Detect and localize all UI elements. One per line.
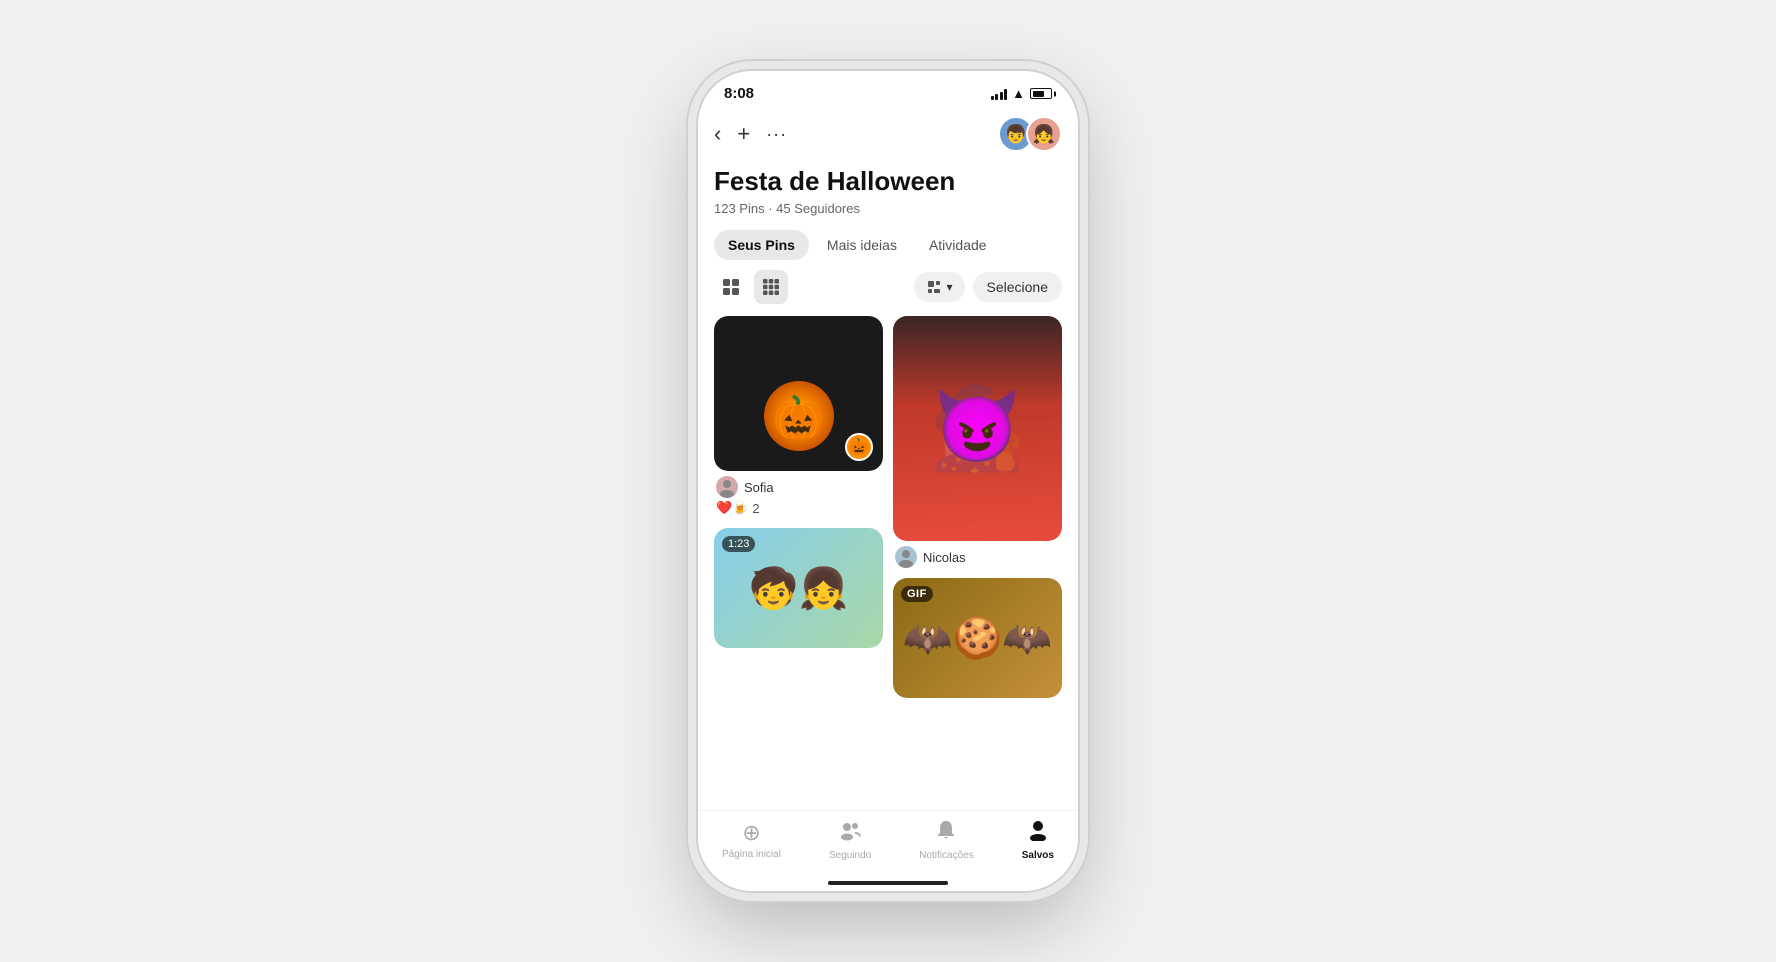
nicolas-avatar-icon xyxy=(895,546,917,568)
tab-mais-ideias[interactable]: Mais ideias xyxy=(813,230,911,260)
app-header: ‹ + ··· 👦 👧 xyxy=(698,108,1078,160)
grid-2-button[interactable] xyxy=(714,270,748,304)
status-bar: 8:08 ▲ xyxy=(698,71,1078,108)
pin-pumpkin[interactable]: 🎃 🎃 Sofia xyxy=(714,316,883,518)
view-buttons xyxy=(714,270,788,304)
sofia-avatar xyxy=(716,476,738,498)
nav-saved-label: Salvos xyxy=(1022,850,1054,861)
pin-kids[interactable]: 🧒👧 1:23 xyxy=(714,528,883,648)
wifi-icon: ▲ xyxy=(1012,86,1025,101)
organize-button[interactable]: ▾ xyxy=(914,272,964,302)
header-avatars: 👦 👧 xyxy=(998,116,1062,152)
phone-device: 8:08 ▲ ‹ + ··· xyxy=(698,71,1078,891)
bottom-nav: ⊕ Página inicial Seguindo xyxy=(698,810,1078,881)
nav-notifications[interactable]: Notificações xyxy=(919,819,973,861)
nav-following-label: Seguindo xyxy=(829,850,871,861)
toolbar-right: ▾ Selecione xyxy=(914,272,1062,302)
cookies-image: 🦇🍪🦇 GIF xyxy=(893,578,1062,698)
cookies-emoji-icon: 🦇🍪🦇 xyxy=(903,615,1052,662)
pumpkin-badge: 🎃 xyxy=(845,433,873,461)
home-icon: ⊕ xyxy=(742,820,760,846)
tabs-row: Seus Pins Mais ideias Atividade xyxy=(698,230,1078,260)
notifications-svg xyxy=(935,819,957,841)
battery-icon xyxy=(1030,88,1052,99)
saved-svg xyxy=(1027,819,1049,841)
signal-icon xyxy=(991,88,1008,100)
grid-2-icon xyxy=(722,278,740,296)
nav-following[interactable]: Seguindo xyxy=(829,819,871,861)
nicolas-name: Nicolas xyxy=(923,550,966,565)
following-svg xyxy=(839,819,861,841)
tab-seus-pins[interactable]: Seus Pins xyxy=(714,230,809,260)
pumpkin-user-row: Sofia xyxy=(714,476,883,498)
add-button[interactable]: + xyxy=(737,121,750,147)
gif-badge: GIF xyxy=(901,586,933,602)
nicolas-avatar xyxy=(895,546,917,568)
pin-witch[interactable]: 🧙‍♀️ 😈 xyxy=(893,316,1062,568)
more-button[interactable]: ··· xyxy=(766,124,787,145)
pumpkin-reactions: ❤️🍺 2 xyxy=(714,498,883,518)
nav-notifications-label: Notificações xyxy=(919,850,973,861)
pins-grid: 🎃 🎃 Sofia xyxy=(714,316,1062,698)
saved-icon xyxy=(1027,819,1049,847)
grid-3-button[interactable] xyxy=(754,270,788,304)
sofia-avatar-icon xyxy=(716,476,738,498)
chevron-down-icon: ▾ xyxy=(946,280,952,294)
pumpkin-image: 🎃 🎃 xyxy=(714,316,883,471)
phone-screen: 8:08 ▲ ‹ + ··· xyxy=(698,71,1078,891)
organize-icon xyxy=(926,279,942,295)
toolbar: ▾ Selecione xyxy=(698,260,1078,312)
notifications-icon xyxy=(935,819,957,847)
board-info: Festa de Halloween 123 Pins · 45 Seguido… xyxy=(698,160,1078,230)
nav-home[interactable]: ⊕ Página inicial xyxy=(722,820,781,860)
pin-cookies[interactable]: 🦇🍪🦇 GIF xyxy=(893,578,1062,698)
home-indicator xyxy=(828,881,948,885)
duration-badge: 1:23 xyxy=(722,536,755,552)
following-icon xyxy=(839,819,861,847)
back-button[interactable]: ‹ xyxy=(714,123,721,145)
nav-home-label: Página inicial xyxy=(722,849,781,860)
reaction-icons: ❤️🍺 xyxy=(716,500,748,516)
left-column: 🎃 🎃 Sofia xyxy=(714,316,883,698)
reaction-count: 2 xyxy=(752,501,759,516)
select-button[interactable]: Selecione xyxy=(973,272,1063,302)
witch-user-row: Nicolas xyxy=(893,546,1062,568)
sofia-name: Sofia xyxy=(744,480,774,495)
tab-atividade[interactable]: Atividade xyxy=(915,230,1001,260)
pins-area[interactable]: 🎃 🎃 Sofia xyxy=(698,312,1078,810)
header-left: ‹ + ··· xyxy=(714,121,787,147)
kids-image: 🧒👧 1:23 xyxy=(714,528,883,648)
board-title: Festa de Halloween xyxy=(714,166,1062,197)
avatar-user2[interactable]: 👧 xyxy=(1026,116,1062,152)
grid-3-icon xyxy=(762,278,780,296)
witch-image: 🧙‍♀️ 😈 xyxy=(893,316,1062,541)
right-column: 🧙‍♀️ 😈 xyxy=(893,316,1062,698)
kids-emoji-icon: 🧒👧 xyxy=(749,565,849,612)
status-icons: ▲ xyxy=(991,86,1052,101)
nav-saved[interactable]: Salvos xyxy=(1022,819,1054,861)
board-meta: 123 Pins · 45 Seguidores xyxy=(714,201,1062,216)
status-time: 8:08 xyxy=(724,85,754,102)
